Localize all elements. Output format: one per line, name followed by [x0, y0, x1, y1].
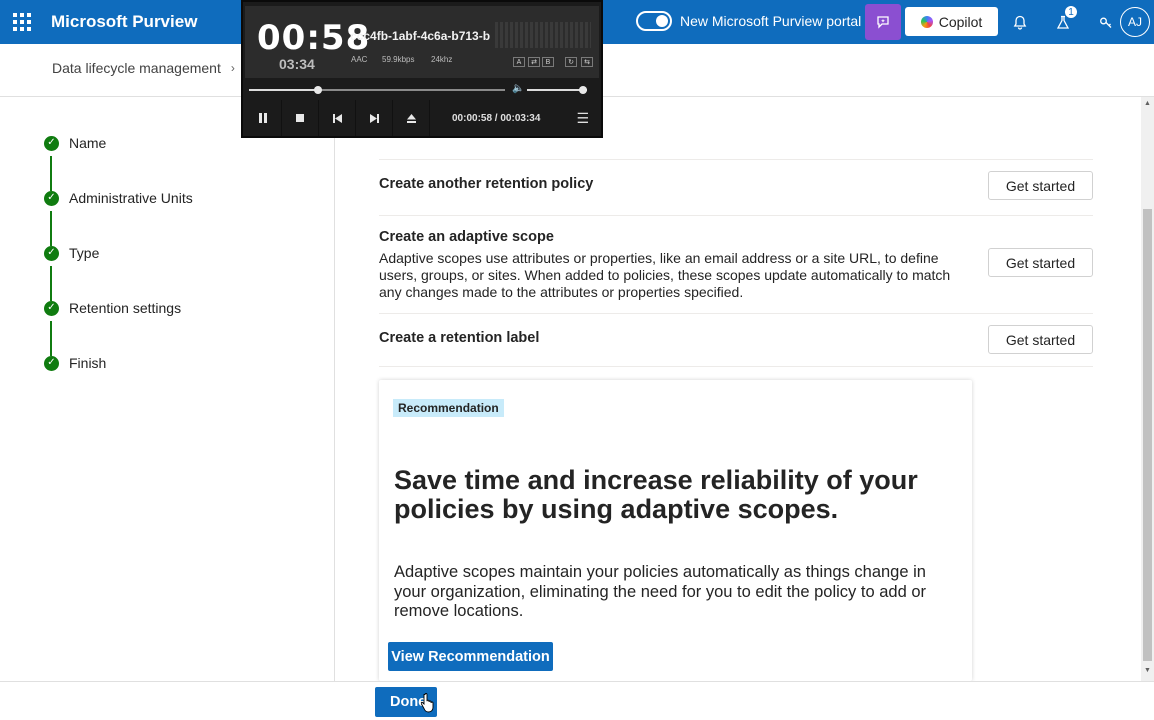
recommendation-tag: Recommendation	[393, 399, 504, 417]
breadcrumb-item-data-lifecycle[interactable]: Data lifecycle management	[52, 60, 221, 76]
view-recommendation-button[interactable]: View Recommendation	[388, 642, 553, 671]
previous-button[interactable]	[319, 100, 356, 136]
checkmark-icon: ✓	[44, 190, 59, 206]
media-player-window[interactable]: 00:58 03:34 ccc4fb-1abf-4c6a-b713-b4 AAC…	[241, 0, 603, 138]
action-title: Create an adaptive scope	[379, 229, 554, 245]
step-type[interactable]: ✓ Type	[44, 245, 99, 261]
step-administrative-units[interactable]: ✓ Administrative Units	[44, 190, 193, 206]
mouse-pointer-icon	[421, 693, 434, 713]
action-title: Create another retention policy	[379, 176, 594, 192]
codec-label: AAC	[351, 55, 368, 64]
action-row-retention-policy: Create another retention policy	[379, 176, 1093, 192]
step-label: Name	[69, 135, 107, 151]
skip-back-icon	[332, 113, 342, 123]
recommendation-body: Adaptive scopes maintain your policies a…	[394, 563, 926, 620]
recommendation-heading: Save time and increase reliability of yo…	[394, 465, 918, 524]
b-marker-icon[interactable]: B	[542, 57, 554, 67]
shuffle-icon[interactable]: ⇆	[581, 57, 593, 67]
action-description: Adaptive scopes use attributes or proper…	[379, 250, 951, 300]
step-label: Type	[69, 245, 100, 261]
wizard-stepper: ✓ Name ✓ Administrative Units ✓ Type ✓ R…	[0, 97, 335, 681]
player-display: 00:58 03:34 ccc4fb-1abf-4c6a-b713-b4 AAC…	[245, 6, 599, 78]
scroll-down-icon[interactable]: ▼	[1143, 667, 1152, 674]
user-avatar[interactable]: AJ	[1120, 7, 1150, 37]
scroll-up-icon[interactable]: ▲	[1143, 100, 1152, 107]
recommendation-card: Recommendation Save time and increase re…	[379, 380, 972, 681]
seek-bar[interactable]	[249, 86, 505, 94]
volume-knob[interactable]	[579, 86, 587, 94]
new-portal-toggle[interactable]	[636, 11, 672, 31]
playlist-menu-icon[interactable]: ☰	[576, 110, 589, 127]
key-icon	[1100, 17, 1112, 28]
step-retention-settings[interactable]: ✓ Retention settings	[44, 300, 181, 316]
stop-icon	[296, 114, 304, 122]
total-time-display: 03:34	[279, 56, 315, 72]
checkmark-icon: ✓	[44, 355, 59, 371]
chat-sparkle-icon	[877, 16, 889, 29]
step-label: Administrative Units	[69, 190, 193, 206]
copilot-button[interactable]: Copilot	[905, 7, 998, 36]
app-title[interactable]: Microsoft Purview	[51, 12, 197, 32]
shuffle-small-icon[interactable]: ⇄	[528, 57, 540, 67]
new-portal-toggle-group: New Microsoft Purview portal	[636, 11, 861, 31]
eject-button[interactable]	[393, 100, 430, 136]
action-row-adaptive-scope: Create an adaptive scope Adaptive scopes…	[379, 229, 1093, 301]
help-button[interactable]	[1088, 4, 1124, 40]
bitrate-label: 59.9kbps	[382, 55, 415, 64]
row-divider	[379, 215, 1093, 216]
get-started-retention-label-button[interactable]: Get started	[988, 325, 1093, 354]
checkmark-icon: ✓	[44, 300, 59, 316]
step-label: Finish	[69, 355, 107, 371]
copilot-icon	[920, 15, 933, 28]
eject-icon	[406, 113, 416, 123]
action-row-retention-label: Create a retention label	[379, 330, 1093, 346]
visualizer	[495, 22, 591, 48]
new-portal-label: New Microsoft Purview portal	[680, 13, 862, 29]
time-readout: 00:00:58 / 00:03:34	[452, 112, 541, 124]
pause-button[interactable]	[245, 100, 282, 136]
speaker-icon[interactable]: 🔈	[512, 83, 524, 94]
a-b-repeat-icon[interactable]: A	[513, 57, 525, 67]
notifications-button[interactable]	[1002, 4, 1038, 40]
step-connector	[50, 321, 52, 356]
checkmark-icon: ✓	[44, 245, 59, 261]
step-connector	[50, 211, 52, 246]
sample-rate-label: 24khz	[431, 55, 453, 64]
stop-button[interactable]	[282, 100, 319, 136]
row-divider	[379, 159, 1093, 160]
volume-slider[interactable]	[527, 86, 587, 94]
next-button[interactable]	[356, 100, 393, 136]
scroll-thumb[interactable]	[1143, 209, 1152, 661]
bell-icon	[1013, 15, 1027, 30]
get-started-retention-policy-button[interactable]: Get started	[988, 171, 1093, 200]
seek-knob[interactable]	[314, 86, 323, 94]
app-launcher-button[interactable]	[0, 0, 44, 44]
row-divider	[379, 366, 1093, 367]
player-controls: 00:00:58 / 00:03:34 ☰	[245, 100, 599, 136]
breadcrumb: Data lifecycle management › C	[52, 60, 255, 76]
vertical-scrollbar[interactable]: ▲ ▼	[1141, 97, 1154, 681]
waffle-icon	[13, 13, 31, 31]
chevron-right-icon: ›	[230, 61, 235, 75]
checkmark-icon: ✓	[44, 135, 59, 151]
messages-button[interactable]	[865, 4, 901, 40]
seek-fill	[249, 89, 319, 91]
step-name[interactable]: ✓ Name	[44, 135, 106, 151]
row-divider	[379, 313, 1093, 314]
action-title: Create a retention label	[379, 330, 540, 346]
wizard-footer: Done	[0, 681, 1154, 720]
skip-forward-icon	[369, 113, 379, 123]
step-finish[interactable]: ✓ Finish	[44, 355, 106, 371]
repeat-icon[interactable]: ↻	[565, 57, 577, 67]
track-name: ccc4fb-1abf-4c6a-b713-b4	[350, 29, 490, 43]
step-connector	[50, 156, 52, 191]
get-started-adaptive-scope-button[interactable]: Get started	[988, 248, 1093, 277]
copilot-label: Copilot	[938, 13, 983, 30]
notification-badge: 1	[1065, 6, 1077, 18]
step-label: Retention settings	[69, 300, 182, 316]
step-connector	[50, 266, 52, 301]
pause-icon	[259, 113, 267, 123]
